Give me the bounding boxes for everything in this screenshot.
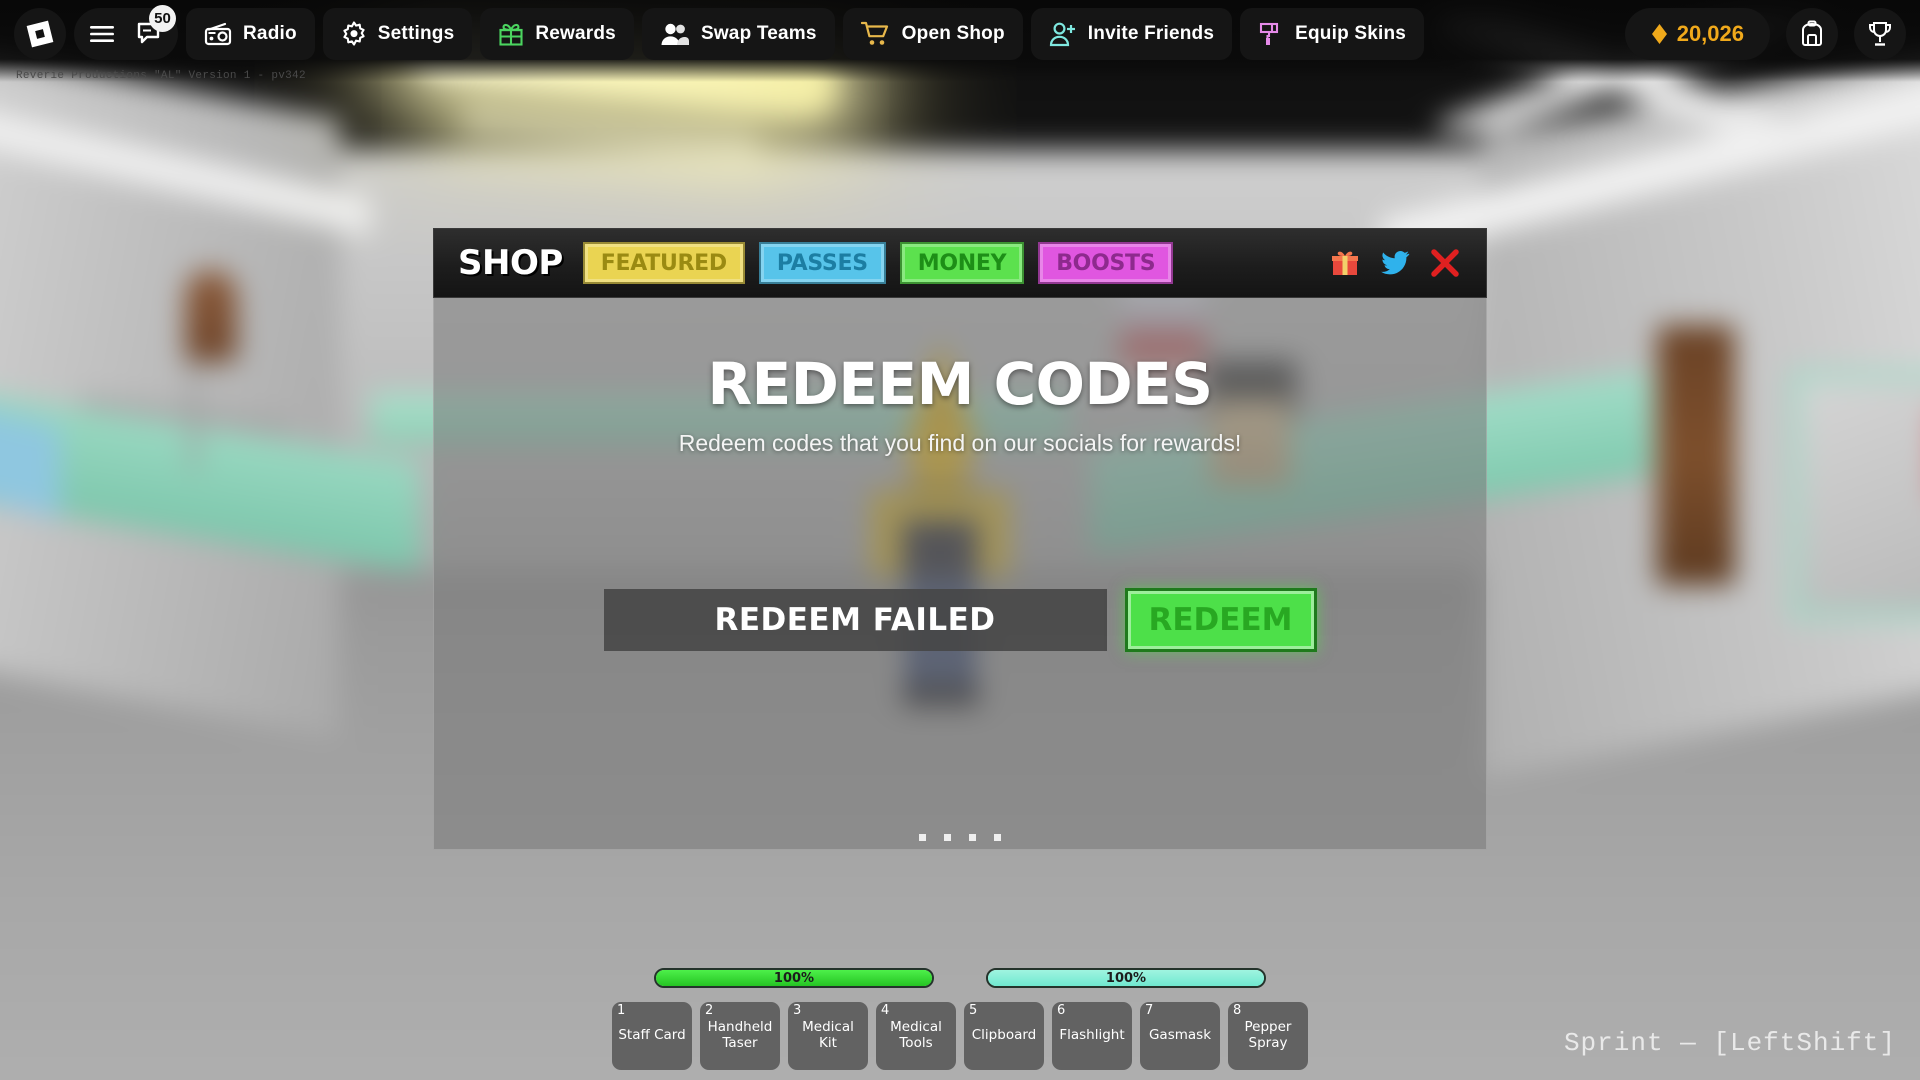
hotbar-slot-label: Pepper Spray bbox=[1244, 1019, 1292, 1051]
hotbar-slot-key: 7 bbox=[1145, 1003, 1154, 1018]
hotbar-slot-key: 1 bbox=[617, 1003, 626, 1018]
stamina-bar-label: 100% bbox=[1105, 970, 1147, 986]
hotbar-slot-key: 3 bbox=[793, 1003, 802, 1018]
topbar-button-label: Settings bbox=[377, 23, 455, 44]
tab-passes[interactable]: PASSES bbox=[758, 242, 886, 284]
trophy-icon bbox=[1869, 22, 1891, 46]
topbar-button-invite-friends[interactable]: Invite Friends bbox=[1030, 8, 1233, 60]
page-subtitle: Redeem codes that you find on our social… bbox=[678, 430, 1242, 456]
hotbar-slot[interactable]: 6 Flashlight bbox=[1052, 1002, 1132, 1070]
page-dot[interactable] bbox=[994, 834, 1001, 841]
page-dot[interactable] bbox=[944, 834, 951, 841]
scene-wooden-door bbox=[1657, 325, 1735, 585]
trophy-button[interactable] bbox=[1854, 8, 1906, 60]
topbar-button-label: Swap Teams bbox=[700, 23, 817, 44]
page-dot[interactable] bbox=[969, 834, 976, 841]
hotbar-slot-label: Gasmask bbox=[1148, 1027, 1212, 1044]
hotbar-slot[interactable]: 8 Pepper Spray bbox=[1228, 1002, 1308, 1070]
currency-amount: 20,026 bbox=[1676, 21, 1744, 46]
person-plus-icon bbox=[1049, 22, 1075, 46]
redeem-button[interactable]: REDEEM bbox=[1124, 588, 1317, 652]
people-icon bbox=[661, 23, 689, 45]
code-input[interactable] bbox=[603, 589, 1107, 651]
topbar-button-label: Radio bbox=[243, 23, 297, 44]
hamburger-menu-icon bbox=[90, 26, 114, 42]
health-bar: 100% bbox=[654, 968, 934, 988]
shop-title: SHOP bbox=[458, 243, 563, 283]
topbar-menu-group: 50 bbox=[74, 5, 178, 60]
topbar-button-settings[interactable]: Settings bbox=[322, 8, 473, 60]
gift-icon bbox=[1332, 251, 1358, 275]
radio-icon bbox=[204, 22, 232, 46]
page-indicator-dots bbox=[434, 834, 1486, 841]
shop-header: SHOP FEATURED PASSES MONEY BOOSTS bbox=[433, 228, 1487, 298]
shopping-cart-icon bbox=[860, 21, 888, 45]
hotbar-slot-label: Flashlight bbox=[1059, 1027, 1125, 1044]
hotbar-slot-key: 5 bbox=[969, 1003, 978, 1018]
hotbar-slot-key: 4 bbox=[881, 1003, 890, 1018]
redeem-row: REDEEM bbox=[434, 588, 1486, 652]
hamburger-menu-button[interactable] bbox=[78, 8, 126, 60]
hotbar-slot[interactable]: 2 Handheld Taser bbox=[700, 1002, 780, 1070]
twitter-button[interactable] bbox=[1378, 246, 1412, 280]
roblox-logo-button[interactable] bbox=[14, 8, 66, 60]
topbar-button-open-shop[interactable]: Open Shop bbox=[842, 8, 1023, 60]
hotbar-slot[interactable]: 5 Clipboard bbox=[964, 1002, 1044, 1070]
topbar-button-label: Invite Friends bbox=[1087, 23, 1215, 44]
close-icon bbox=[1431, 249, 1459, 277]
hotbar-slot[interactable]: 1 Staff Card bbox=[612, 1002, 692, 1070]
hotbar-slot-label: Medical Tools bbox=[890, 1019, 942, 1051]
topbar-button-label: Rewards bbox=[535, 23, 616, 44]
hotbar-slot[interactable]: 3 Medical Kit bbox=[788, 1002, 868, 1070]
backpack-icon bbox=[1802, 20, 1822, 46]
page-title: REDEEM CODES bbox=[707, 350, 1213, 418]
backpack-button[interactable] bbox=[1786, 8, 1838, 60]
topbar-button-equip-skins[interactable]: Equip Skins bbox=[1240, 8, 1425, 60]
hotbar-slot-key: 8 bbox=[1233, 1003, 1242, 1018]
topbar-button-swap-teams[interactable]: Swap Teams bbox=[641, 8, 835, 60]
hotbar-slot[interactable]: 7 Gasmask bbox=[1140, 1002, 1220, 1070]
shop-body: REDEEM CODES Redeem codes that you find … bbox=[433, 298, 1487, 850]
shop-modal: SHOP FEATURED PASSES MONEY BOOSTS REDEEM… bbox=[433, 228, 1487, 850]
hotbar-slot-label: Handheld Taser bbox=[707, 1019, 773, 1051]
version-text: Reverie Productions "AL" Version 1 - pv3… bbox=[16, 70, 306, 82]
scene-door-frame bbox=[1790, 370, 1920, 620]
sprint-hint: Sprint — [LeftShift] bbox=[1563, 1028, 1896, 1058]
stamina-bar: 100% bbox=[986, 968, 1266, 988]
hotbar-slot-label: Clipboard bbox=[971, 1027, 1037, 1044]
topbar-button-rewards[interactable]: Rewards bbox=[480, 8, 634, 60]
shop-tabs: FEATURED PASSES MONEY BOOSTS bbox=[582, 242, 1174, 284]
gear-icon bbox=[343, 21, 365, 46]
chat-badge: 50 bbox=[149, 5, 176, 32]
chat-button[interactable]: 50 bbox=[126, 5, 176, 60]
topbar-button-radio[interactable]: Radio bbox=[186, 8, 315, 60]
topbar-button-label: Open Shop bbox=[901, 23, 1005, 44]
tab-money[interactable]: MONEY bbox=[899, 242, 1025, 284]
status-bars: 100% 100% bbox=[0, 968, 1920, 988]
topbar-button-label: Equip Skins bbox=[1295, 23, 1407, 44]
twitter-icon bbox=[1381, 251, 1410, 275]
hotbar-slot-key: 6 bbox=[1057, 1003, 1066, 1018]
scene-prop-left bbox=[185, 270, 237, 362]
tab-featured[interactable]: FEATURED bbox=[582, 242, 745, 284]
paint-roller-icon bbox=[1260, 22, 1279, 45]
gift-button[interactable] bbox=[1328, 246, 1362, 280]
hotbar-slot-label: Staff Card bbox=[618, 1027, 686, 1044]
roblox-logo-icon bbox=[26, 20, 54, 48]
diamond-icon bbox=[1651, 24, 1667, 44]
close-button[interactable] bbox=[1428, 246, 1462, 280]
hotbar-slot-label: Medical Kit bbox=[802, 1019, 854, 1051]
hotbar-slot-key: 2 bbox=[705, 1003, 714, 1018]
tab-boosts[interactable]: BOOSTS bbox=[1038, 242, 1174, 284]
health-bar-label: 100% bbox=[773, 970, 815, 986]
hotbar-slot[interactable]: 4 Medical Tools bbox=[876, 1002, 956, 1070]
shop-header-icons bbox=[1328, 246, 1462, 280]
currency-display[interactable]: 20,026 bbox=[1624, 8, 1770, 60]
page-dot[interactable] bbox=[919, 834, 926, 841]
gift-icon bbox=[499, 23, 523, 46]
